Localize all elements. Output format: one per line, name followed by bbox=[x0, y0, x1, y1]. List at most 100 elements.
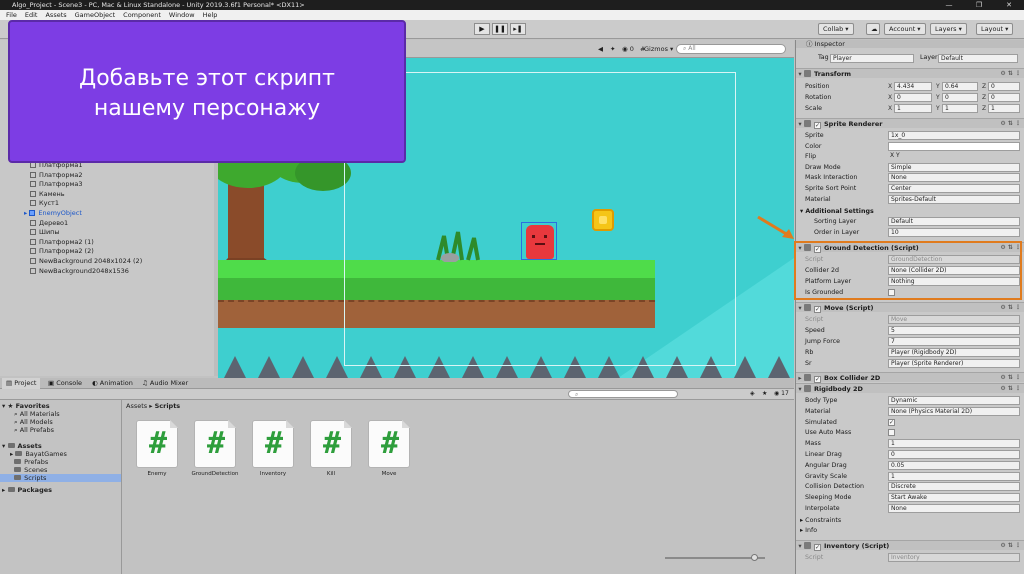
slider-knob[interactable] bbox=[751, 554, 758, 561]
tree-assets[interactable]: ▾ Assets bbox=[2, 442, 42, 450]
gizmos-dropdown[interactable]: Gizmos ▾ bbox=[644, 44, 673, 54]
rotation-x-field[interactable]: 0 bbox=[894, 93, 932, 102]
hierarchy-item[interactable]: Дерево1 bbox=[30, 219, 68, 227]
scale-z-field[interactable]: 1 bbox=[988, 104, 1020, 113]
rigidbody-header[interactable]: ▾ Rigidbody 2D ⚙ ⇅ ⋮ bbox=[796, 383, 1024, 393]
sorting-layer-dropdown[interactable]: Default bbox=[888, 217, 1020, 226]
sprite-renderer-field[interactable]: X Y bbox=[888, 152, 1020, 161]
step-button[interactable]: ▸❚ bbox=[510, 23, 526, 35]
menu-gameobject[interactable]: GameObject bbox=[71, 10, 120, 20]
project-search-input[interactable]: ⌕ bbox=[568, 390, 678, 398]
tree-item[interactable]: ⌕ All Materials bbox=[14, 410, 60, 418]
tree-folder-selected[interactable]: Scripts bbox=[0, 474, 121, 482]
tab-audio-mixer[interactable]: ♫ Audio Mixer bbox=[138, 378, 192, 389]
transform-header[interactable]: ▾ Transform ⚙ ⇅ ⋮ bbox=[796, 68, 1024, 78]
rigidbody-checkbox[interactable]: ✓ bbox=[888, 418, 895, 426]
sprite-renderer-field[interactable]: Center bbox=[888, 184, 1020, 193]
rigidbody-field[interactable]: 1 bbox=[888, 471, 1020, 481]
component-enabled-checkbox[interactable]: ✓ bbox=[814, 544, 821, 551]
rigidbody-field[interactable]: 1 bbox=[888, 439, 1020, 449]
asset-script[interactable]: # GroundDetection bbox=[190, 420, 240, 478]
layer-dropdown[interactable]: Default bbox=[938, 54, 1018, 63]
position-z-field[interactable]: 0 bbox=[988, 82, 1020, 91]
box-collider-header[interactable]: ▸ ✓ Box Collider 2D ⚙ ⇅ ⋮ bbox=[796, 372, 1024, 383]
tree-folder[interactable]: Prefabs bbox=[10, 458, 48, 466]
tab-project[interactable]: ▤ Project bbox=[2, 378, 41, 389]
component-enabled-checkbox[interactable]: ✓ bbox=[814, 122, 821, 129]
rigidbody-field[interactable]: 0.05 bbox=[888, 460, 1020, 470]
tag-dropdown[interactable]: Player bbox=[830, 54, 914, 63]
rigidbody-field[interactable]: 0 bbox=[888, 450, 1020, 459]
layers-button[interactable]: Layers ▾ bbox=[930, 23, 967, 35]
jump-force-field[interactable]: 7 bbox=[888, 337, 1020, 346]
component-menu-icon[interactable]: ⚙ ⇅ ⋮ bbox=[1000, 384, 1021, 394]
icon-size-slider[interactable] bbox=[665, 554, 765, 561]
sprite-renderer-field[interactable]: None bbox=[888, 173, 1020, 183]
cloud-icon[interactable]: ☁ bbox=[866, 23, 880, 35]
tab-animation[interactable]: ◐ Animation bbox=[88, 378, 137, 389]
hierarchy-item[interactable]: Платформа3 bbox=[30, 180, 83, 188]
rigidbody-field[interactable]: Dynamic bbox=[888, 396, 1020, 405]
component-enabled-checkbox[interactable]: ✓ bbox=[814, 376, 821, 383]
sprite-renderer-field[interactable]: 1x_0 bbox=[888, 131, 1020, 140]
hierarchy-item[interactable]: NewBackground 2048x1024 (2) bbox=[30, 257, 142, 265]
asset-script[interactable]: # Enemy bbox=[132, 420, 182, 478]
sprite-renderer-header[interactable]: ▾ ✓ Sprite Renderer ⚙ ⇅ ⋮ bbox=[796, 118, 1024, 129]
tab-console[interactable]: ▣ Console bbox=[44, 378, 86, 389]
component-menu-icon[interactable]: ⚙ ⇅ ⋮ bbox=[1000, 119, 1021, 129]
constraints-foldout[interactable]: ▸ Constraints bbox=[800, 516, 841, 525]
play-button[interactable]: ▶ bbox=[474, 23, 490, 35]
move-script-header[interactable]: ▾ ✓ Move (Script) ⚙ ⇅ ⋮ bbox=[796, 302, 1024, 313]
hierarchy-item[interactable]: Камень bbox=[30, 190, 65, 198]
rigidbody-field[interactable]: Start Awake bbox=[888, 493, 1020, 503]
hierarchy-item[interactable]: Куст1 bbox=[30, 199, 59, 207]
layout-button[interactable]: Layout ▾ bbox=[976, 23, 1014, 35]
rotation-y-field[interactable]: 0 bbox=[942, 93, 978, 102]
info-foldout[interactable]: ▸ Info bbox=[800, 526, 817, 535]
star-icon[interactable]: ★ bbox=[762, 390, 767, 398]
rotation-z-field[interactable]: 0 bbox=[988, 93, 1020, 102]
collab-button[interactable]: Collab ▾ bbox=[818, 23, 854, 35]
asset-script[interactable]: # Kill bbox=[306, 420, 356, 478]
tree-item[interactable]: ⌕ All Models bbox=[14, 418, 53, 426]
position-x-field[interactable]: 4.434 bbox=[894, 82, 932, 91]
tree-folder[interactable]: Scenes bbox=[10, 466, 47, 474]
close-icon[interactable]: ✕ bbox=[994, 0, 1024, 10]
rigidbody-field[interactable]: None (Physics Material 2D) bbox=[888, 406, 1020, 416]
breadcrumb-assets[interactable]: Assets bbox=[126, 402, 147, 410]
inventory-script-header[interactable]: ▾ ✓ Inventory (Script) ⚙ ⇅ ⋮ bbox=[796, 540, 1024, 551]
order-in-layer-field[interactable]: 10 bbox=[888, 228, 1020, 237]
account-button[interactable]: Account ▾ bbox=[884, 23, 926, 35]
rigidbody-checkbox[interactable] bbox=[888, 429, 895, 437]
scene-search-input[interactable]: ⌕ All bbox=[676, 44, 786, 54]
scale-x-field[interactable]: 1 bbox=[894, 104, 932, 113]
hierarchy-item[interactable]: NewBackground2048x1536 bbox=[30, 267, 129, 275]
component-menu-icon[interactable]: ⚙ ⇅ ⋮ bbox=[1000, 303, 1021, 313]
sprite-renderer-field[interactable]: Simple bbox=[888, 162, 1020, 172]
menu-edit[interactable]: Edit bbox=[21, 10, 42, 20]
hierarchy-item[interactable]: Платформа2 (1) bbox=[30, 238, 94, 246]
menu-component[interactable]: Component bbox=[119, 10, 165, 20]
rigidbody-field[interactable]: Discrete bbox=[888, 482, 1020, 492]
position-y-field[interactable]: 0.64 bbox=[942, 82, 978, 91]
component-menu-icon[interactable]: ⚙ ⇅ ⋮ bbox=[1000, 373, 1021, 383]
tree-folder[interactable]: ▸ BayatGames bbox=[10, 450, 67, 458]
inspector-tab[interactable]: ⓘ Inspector bbox=[796, 40, 1024, 48]
component-enabled-checkbox[interactable]: ✓ bbox=[814, 306, 821, 313]
rigidbody-field[interactable]: None bbox=[888, 504, 1020, 513]
menu-help[interactable]: Help bbox=[199, 10, 222, 20]
additional-settings-foldout[interactable]: ▾ Additional Settings bbox=[800, 207, 874, 216]
effects-icon[interactable]: ✦ bbox=[610, 44, 615, 54]
menu-file[interactable]: File bbox=[2, 10, 21, 20]
maximize-icon[interactable]: ❐ bbox=[964, 0, 994, 10]
component-menu-icon[interactable]: ⚙ ⇅ ⋮ bbox=[1000, 69, 1021, 79]
hierarchy-item[interactable]: Платформа2 (2) bbox=[30, 247, 94, 255]
tree-favorites[interactable]: ▾ ★ Favorites bbox=[2, 402, 50, 410]
asset-script[interactable]: # Move bbox=[364, 420, 414, 478]
speed-field[interactable]: 5 bbox=[888, 326, 1020, 335]
filter-icon[interactable]: ◈ bbox=[750, 390, 755, 398]
hierarchy-item[interactable]: Шипы bbox=[30, 228, 60, 236]
minimize-icon[interactable]: — bbox=[934, 0, 964, 10]
asset-script[interactable]: # Inventory bbox=[248, 420, 298, 478]
visibility-icon[interactable]: ◉ 0 bbox=[622, 44, 634, 54]
